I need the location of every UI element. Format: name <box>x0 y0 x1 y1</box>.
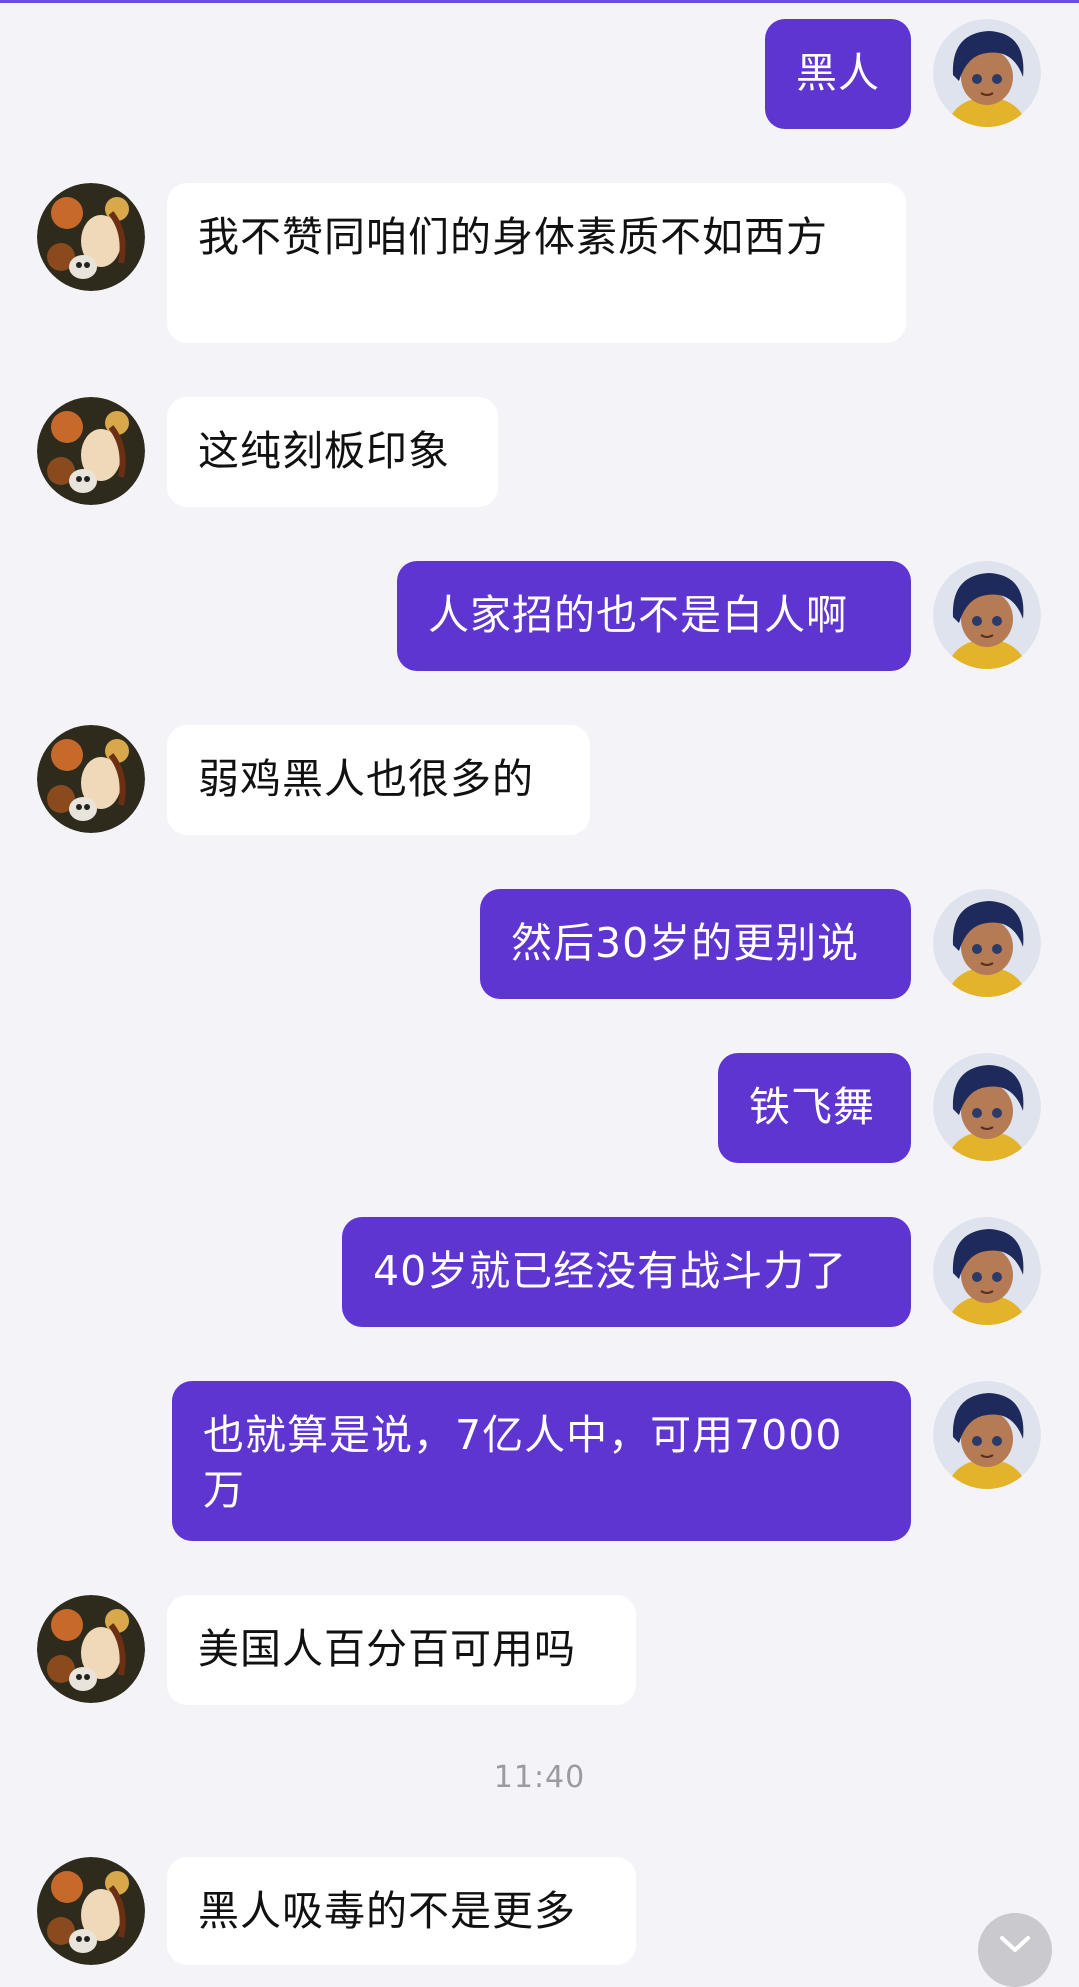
message-bubble-incoming[interactable]: 这纯刻板印象 <box>167 397 498 507</box>
message-timestamp: 11:40 <box>493 1760 586 1795</box>
message-bubble-incoming[interactable]: 我不赞同咱们的身体素质不如西方 <box>167 183 906 343</box>
user-avatar[interactable] <box>933 889 1041 997</box>
contact-avatar[interactable] <box>37 183 145 291</box>
user-avatar[interactable] <box>933 1381 1041 1489</box>
scroll-to-bottom-button[interactable] <box>978 1913 1052 1987</box>
user-avatar[interactable] <box>933 561 1041 669</box>
contact-avatar[interactable] <box>37 1595 145 1703</box>
message-bubble-outgoing[interactable]: 也就算是说，7亿人中，可用7000万 <box>172 1381 911 1541</box>
message-bubble-outgoing[interactable]: 然后30岁的更别说 <box>480 889 911 999</box>
message-bubble-incoming[interactable]: 黑人吸毒的不是更多 <box>167 1857 636 1965</box>
user-avatar[interactable] <box>933 1217 1041 1325</box>
message-bubble-outgoing[interactable]: 40岁就已经没有战斗力了 <box>342 1217 911 1327</box>
message-bubble-incoming[interactable]: 美国人百分百可用吗 <box>167 1595 636 1705</box>
message-bubble-outgoing[interactable]: 铁飞舞 <box>718 1053 911 1163</box>
contact-avatar[interactable] <box>37 725 145 833</box>
chevron-down-icon <box>1000 1936 1030 1952</box>
user-avatar[interactable] <box>933 1053 1041 1161</box>
contact-avatar[interactable] <box>37 1857 145 1965</box>
message-bubble-outgoing[interactable]: 黑人 <box>765 19 911 129</box>
contact-avatar[interactable] <box>37 397 145 505</box>
message-bubble-outgoing[interactable]: 人家招的也不是白人啊 <box>397 561 911 671</box>
user-avatar[interactable] <box>933 19 1041 127</box>
message-bubble-incoming[interactable]: 弱鸡黑人也很多的 <box>167 725 590 835</box>
chat-message-list[interactable]: 黑人 我不赞同咱们的身体素质不如西方 这纯刻板印象 人家招的也不是白人啊 弱鸡黑… <box>0 0 1079 1987</box>
